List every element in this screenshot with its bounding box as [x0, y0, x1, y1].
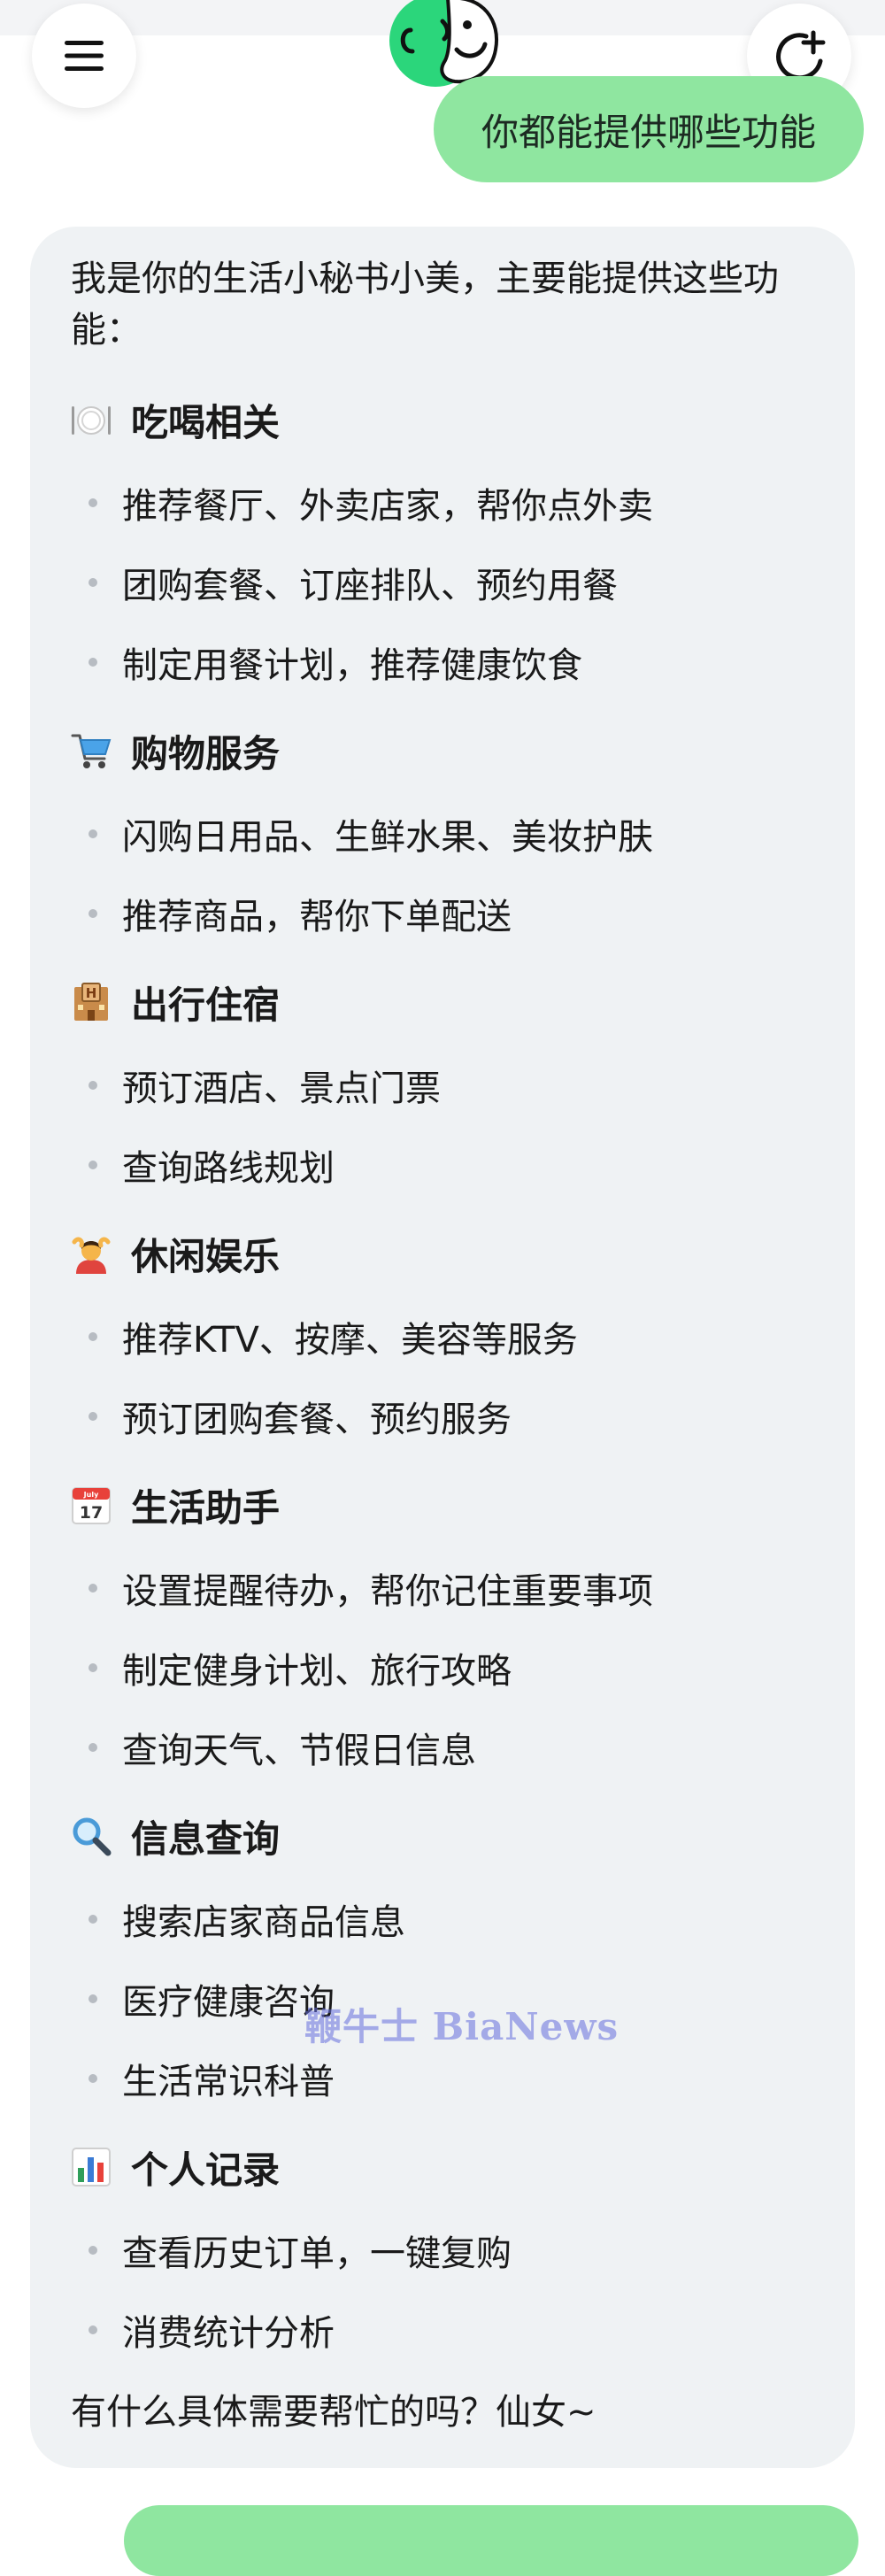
bullet-dot: [88, 578, 97, 587]
list-item-text: 推荐餐厅、外卖店家，帮你点外卖: [122, 486, 653, 527]
list-item: 预订酒店、景点门票: [88, 1059, 441, 1112]
bullet-dot: [88, 658, 97, 667]
list-item-text: 制定用餐计划，推荐健康饮食: [122, 645, 582, 686]
user-message-bubble: 你都能提供哪些功能: [434, 76, 864, 182]
bullet-dot: [88, 1915, 97, 1924]
watermark-text: 鞭牛士 BiaNews: [304, 2005, 620, 2048]
bullet-dot: [88, 1081, 97, 1090]
section-title: 吃喝相关: [131, 400, 281, 444]
list-item-text: 医疗健康咨询: [122, 1982, 335, 2023]
list-item-text: 消费统计分析: [122, 2313, 335, 2354]
bullet-dot: [88, 498, 97, 507]
section-heading: 吃喝相关: [71, 393, 280, 446]
hotel-icon: H: [71, 982, 112, 1022]
bullet-dot: [88, 1994, 97, 2003]
list-item: 查询天气、节假日信息: [88, 1721, 476, 1774]
bullet-dot: [88, 1743, 97, 1752]
list-item: 查询路线规划: [88, 1138, 335, 1192]
list-item-text: 预订团购套餐、预约服务: [122, 1400, 512, 1440]
list-item-text: 设置提醒待办，帮你记住重要事项: [122, 1571, 653, 1612]
calendar-day-number: 17: [80, 1503, 103, 1523]
list-item: 生活常识科普: [88, 2052, 335, 2105]
list-item: 推荐餐厅、外卖店家，帮你点外卖: [88, 476, 653, 529]
list-item-text: 查看历史订单，一键复购: [122, 2233, 512, 2274]
svg-text:H: H: [86, 985, 97, 1001]
calendar-icon: July 17: [71, 1485, 112, 1525]
bar-chart-icon: [71, 2147, 112, 2187]
bullet-dot: [88, 2246, 97, 2255]
fork-knife-plate-icon: [71, 399, 112, 440]
list-item-text: 团购套餐、订座排队、预约用餐: [122, 566, 618, 606]
bullet-dot: [88, 909, 97, 918]
section-title: 出行住宿: [131, 983, 281, 1027]
list-item-text: 生活常识科普: [122, 2062, 335, 2102]
list-item-text: 推荐商品，帮你下单配送: [122, 897, 512, 937]
section-title: 购物服务: [131, 731, 281, 775]
list-item: 闪购日用品、生鲜水果、美妆护肤: [88, 807, 653, 860]
list-item: 制定用餐计划，推荐健康饮食: [88, 636, 582, 689]
next-user-message-bubble: [124, 2505, 858, 2576]
section-heading: 信息查询: [71, 1809, 280, 1863]
section-title: 个人记录: [131, 2148, 281, 2192]
list-item: 搜索店家商品信息: [88, 1893, 405, 1946]
section-heading: July 17 生活助手: [71, 1478, 280, 1531]
list-item: 设置提醒待办，帮你记住重要事项: [88, 1562, 653, 1615]
section-heading: 个人记录: [71, 2140, 280, 2194]
section-title: 休闲娱乐: [131, 1234, 281, 1278]
section-title: 生活助手: [131, 1485, 281, 1530]
bullet-dot: [88, 1332, 97, 1341]
answer-intro: 我是你的生活小秘书小美，主要能提供这些功能：: [71, 258, 779, 351]
bullet-dot: [88, 1663, 97, 1672]
list-item: 推荐商品，帮你下单配送: [88, 887, 512, 940]
list-item: 查看历史订单，一键复购: [88, 2224, 512, 2277]
list-item-text: 查询天气、节假日信息: [122, 1731, 476, 1771]
bullet-dot: [88, 829, 97, 838]
magnifier-icon: [71, 1816, 112, 1856]
calendar-month-label: July: [83, 1491, 99, 1499]
bullet-dot: [88, 2325, 97, 2334]
list-item: 预订团购套餐、预约服务: [88, 1390, 512, 1443]
section-heading: 购物服务: [71, 724, 280, 777]
section-title: 信息查询: [131, 1816, 281, 1861]
list-item-text: 推荐KTV、按摩、美容等服务: [122, 1320, 578, 1361]
massage-icon: [71, 1233, 112, 1274]
list-item-text: 查询路线规划: [122, 1148, 335, 1189]
list-item: 医疗健康咨询: [88, 1972, 335, 2025]
section-heading: 休闲娱乐: [71, 1227, 280, 1280]
list-item: 推荐KTV、按摩、美容等服务: [88, 1310, 578, 1363]
list-item-text: 制定健身计划、旅行攻略: [122, 1651, 512, 1692]
list-item-text: 闪购日用品、生鲜水果、美妆护肤: [122, 817, 653, 858]
menu-button[interactable]: [32, 4, 136, 108]
list-item: 消费统计分析: [88, 2303, 335, 2356]
list-item-text: 搜索店家商品信息: [122, 1902, 405, 1943]
answer-closing: 有什么具体需要帮忙的吗？仙女~: [71, 2392, 596, 2433]
list-item-text: 预订酒店、景点门票: [122, 1068, 441, 1109]
bullet-dot: [88, 1584, 97, 1593]
bullet-dot: [88, 1161, 97, 1169]
shopping-cart-icon: [71, 730, 112, 771]
hamburger-menu-icon: [65, 41, 104, 71]
bullet-dot: [88, 2074, 97, 2083]
section-heading: H 出行住宿: [71, 976, 280, 1029]
list-item: 制定健身计划、旅行攻略: [88, 1641, 512, 1694]
list-item: 团购套餐、订座排队、预约用餐: [88, 556, 618, 609]
bullet-dot: [88, 1412, 97, 1421]
